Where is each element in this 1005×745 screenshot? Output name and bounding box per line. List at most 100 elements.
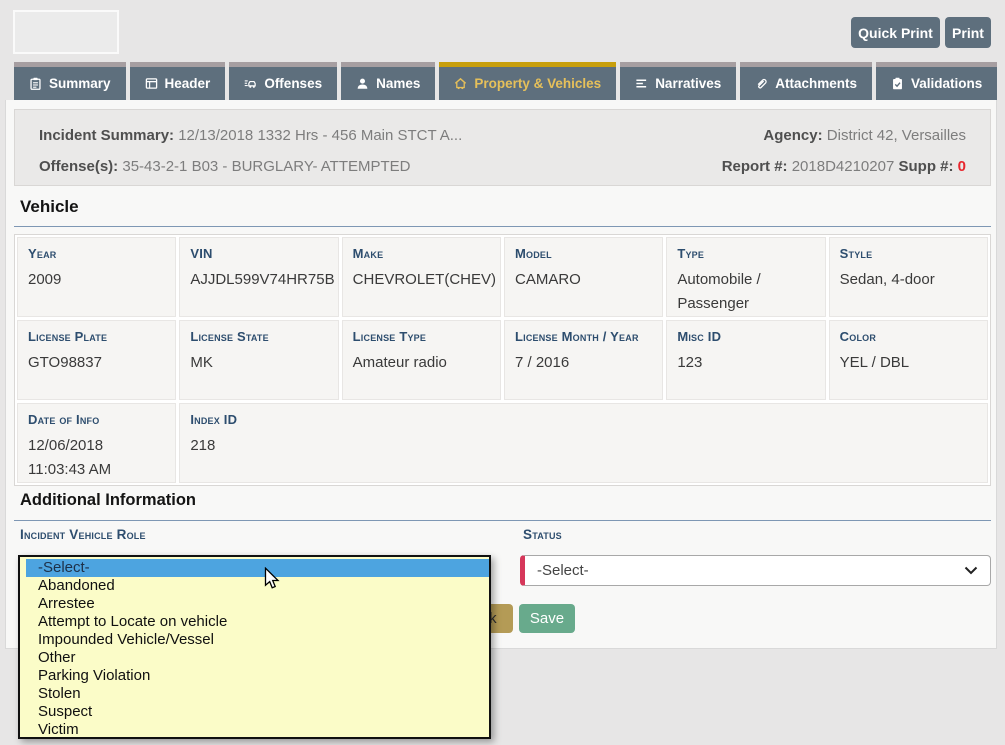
tab-label: Header — [165, 76, 211, 91]
role-option-abandoned[interactable]: Abandoned — [20, 577, 489, 595]
field-label: VIN — [190, 245, 327, 263]
role-option-stolen[interactable]: Stolen — [20, 685, 489, 703]
vehicle-section-title: Vehicle — [20, 197, 79, 217]
tab-header[interactable]: Header — [130, 62, 226, 100]
field-index-id: Index ID 218 — [179, 403, 988, 483]
field-value: 2009 — [28, 268, 165, 292]
print-button[interactable]: Print — [945, 17, 991, 48]
tab-property-vehicles[interactable]: Property & Vehicles — [439, 62, 616, 100]
status-selected-value: -Select- — [537, 562, 589, 579]
field-label: Date of Info — [28, 411, 165, 429]
field-label: Model — [515, 245, 652, 263]
supp-number-label: Supp #: — [898, 158, 953, 175]
role-option-suspect[interactable]: Suspect — [20, 703, 489, 721]
field-value: CAMARO — [515, 268, 652, 292]
paperclip-icon — [755, 77, 768, 90]
field-misc-id: Misc ID123 — [666, 320, 825, 400]
field-value: GTO98837 — [28, 351, 165, 375]
chevron-down-icon — [964, 566, 978, 575]
role-option-arrestee[interactable]: Arrestee — [20, 595, 489, 613]
clipboard-icon — [29, 77, 42, 90]
agency-label: Agency: — [763, 127, 822, 144]
tab-names[interactable]: Names — [341, 62, 435, 100]
field-label: Year — [28, 245, 165, 263]
tab-offenses[interactable]: Offenses — [229, 62, 337, 100]
field-value: 12/06/2018 11:03:43 AM — [28, 434, 165, 482]
clipboard-check-icon — [891, 77, 904, 90]
tab-label: Property & Vehicles — [474, 76, 601, 91]
field-label: License Type — [353, 328, 490, 346]
field-value: AJJDL599V74HR75B — [190, 268, 327, 292]
supp-number-value: 0 — [958, 158, 966, 175]
mouse-cursor-icon — [264, 567, 281, 595]
section-divider — [14, 520, 991, 521]
tab-narratives[interactable]: Narratives — [620, 62, 736, 100]
field-license-plate: License Plate GTO98837 — [17, 320, 176, 400]
tab-label: Summary — [49, 76, 111, 91]
field-license-state: License State MK — [179, 320, 338, 400]
field-value: Sedan, 4-door — [840, 268, 977, 292]
tab-label: Attachments — [775, 76, 857, 91]
field-date-of-info: Date of Info 12/06/2018 11:03:43 AM — [17, 403, 176, 483]
incident-summary-line: Incident Summary: 12/13/2018 1332 Hrs - … — [39, 120, 462, 151]
field-label: License Plate — [28, 328, 165, 346]
report-number-label: Report #: — [722, 158, 788, 175]
tab-attachments[interactable]: Attachments — [740, 62, 872, 100]
person-icon — [356, 77, 369, 90]
tab-label: Validations — [911, 76, 982, 91]
vehicle-details-table: Year 2009 VIN AJJDL599V74HR75B Make CHEVROL… — [14, 234, 991, 486]
field-style: StyleSedan, 4-door — [829, 237, 988, 317]
status-label: Status — [523, 527, 562, 542]
tab-summary[interactable]: Summary — [14, 62, 126, 100]
status-select[interactable]: -Select- — [520, 555, 991, 586]
field-color: Color YEL / DBL — [829, 320, 988, 400]
incident-summary-label: Incident Summary: — [39, 127, 174, 144]
role-option-impounded[interactable]: Impounded Vehicle/Vessel — [20, 631, 489, 649]
field-label: Type — [677, 245, 814, 263]
offense-line: Offense(s): 35-43-2-1 B03 - BURGLARY- AT… — [39, 151, 411, 182]
tab-validations[interactable]: Validations — [876, 62, 997, 100]
role-option-attempt-to-locate[interactable]: Attempt to Locate on vehicle — [20, 613, 489, 631]
house-vehicle-icon — [454, 77, 467, 90]
tab-label: Names — [376, 76, 420, 91]
field-value: CHEVROLET(CHEV) — [353, 268, 490, 292]
report-number-value: 2018D4210207 — [792, 158, 895, 175]
field-year: Year 2009 — [17, 237, 176, 317]
quick-print-button[interactable]: Quick Print — [851, 17, 940, 48]
incident-vehicle-role-open-dropdown[interactable]: -Select- Abandoned Arrestee Attempt to L… — [18, 555, 491, 739]
agency-value: District 42, Versailles — [827, 127, 966, 144]
report-tabs: Summary Header Offenses Names Property &… — [14, 62, 997, 100]
field-license-type: License TypeAmateur radio — [342, 320, 501, 400]
offense-label: Offense(s): — [39, 158, 118, 175]
field-label: Color — [840, 328, 977, 346]
role-option-parking-violation[interactable]: Parking Violation — [20, 667, 489, 685]
field-type: Type Automobile / Passenger — [666, 237, 825, 317]
role-option-victim[interactable]: Victim — [20, 721, 489, 739]
offense-value: 35-43-2-1 B03 - BURGLARY- ATTEMPTED — [122, 158, 410, 175]
role-option-other[interactable]: Other — [20, 649, 489, 667]
incident-summary-bar: Incident Summary: 12/13/2018 1332 Hrs - … — [14, 109, 991, 186]
report-number-line: Report #: 2018D4210207 Supp #: 0 — [722, 151, 966, 182]
field-label: License State — [190, 328, 327, 346]
save-button[interactable]: Save — [519, 604, 575, 633]
incident-vehicle-role-label: Incident Vehicle Role — [20, 527, 146, 542]
role-option-select[interactable]: -Select- — [26, 559, 489, 577]
field-label: Index ID — [190, 411, 977, 429]
agency-logo-placeholder — [13, 10, 119, 54]
field-make: Make CHEVROLET(CHEV) — [342, 237, 501, 317]
field-label: Make — [353, 245, 490, 263]
field-value: MK — [190, 351, 327, 375]
agency-line: Agency: District 42, Versailles — [763, 120, 966, 151]
field-label: License Month / Year — [515, 328, 652, 346]
field-vin: VIN AJJDL599V74HR75B — [179, 237, 338, 317]
section-divider — [14, 226, 991, 227]
field-license-month-year: License Month / Year7 / 2016 — [504, 320, 663, 400]
collision-icon — [244, 77, 257, 90]
text-lines-icon — [635, 77, 648, 90]
field-value: YEL / DBL — [840, 351, 977, 375]
tab-label: Offenses — [264, 76, 322, 91]
field-value: 218 — [190, 434, 977, 458]
field-model: Model CAMARO — [504, 237, 663, 317]
field-value: Automobile / Passenger — [677, 268, 814, 316]
incident-summary-value: 12/13/2018 1332 Hrs - 456 Main STCT A... — [178, 127, 462, 144]
